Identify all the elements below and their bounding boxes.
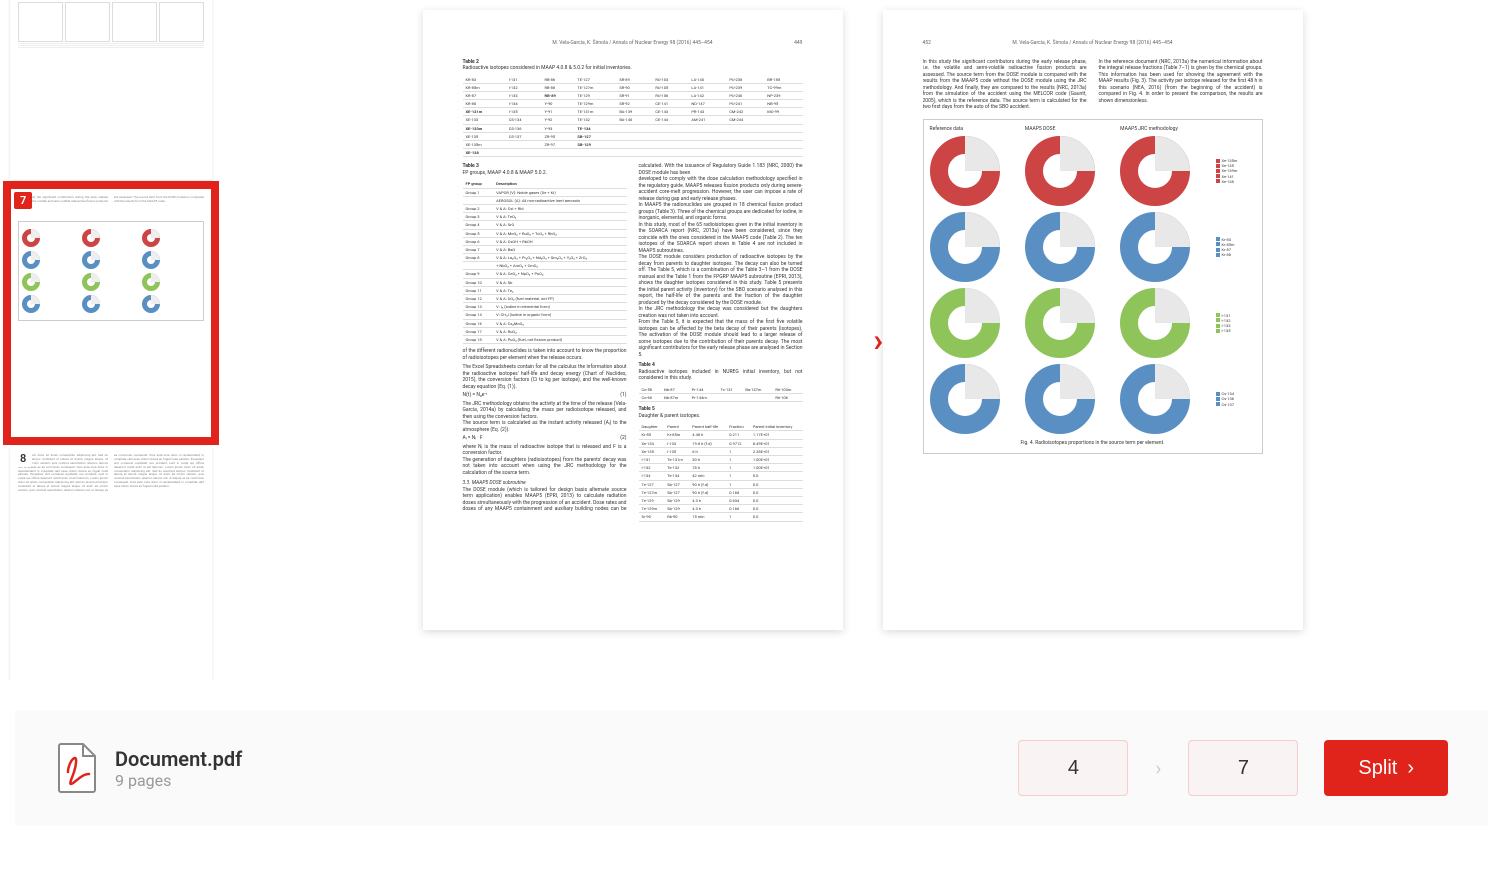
body-text: The JRC methodology obtains the activity… bbox=[463, 401, 627, 421]
equation: Aᵢ = Nᵢ · F bbox=[463, 435, 483, 442]
page-corner-number: 449 bbox=[794, 40, 802, 47]
body-text: In MAAP5 the radionuclides are grouped i… bbox=[639, 202, 803, 222]
thumbnail-page-7[interactable]: 7 In this study the significant contribu… bbox=[10, 188, 212, 438]
page-number-badge: 7 bbox=[14, 192, 32, 209]
thumbnail-page-8[interactable]: 8 Lorem ipsum dolor sit amet, consectetu… bbox=[10, 446, 212, 680]
range-from-input[interactable] bbox=[1018, 740, 1128, 796]
split-controls: › Split › bbox=[1018, 740, 1448, 796]
eq-num: (2) bbox=[620, 435, 626, 442]
table2-subcaption: Radioactive isotopes considered in MAAP … bbox=[463, 65, 803, 72]
page-running-header: M. Vela-García, K. Šimola / Annals of Nu… bbox=[923, 40, 1263, 47]
table5: DaughterParentParent half-lifeFractionPa… bbox=[639, 423, 803, 521]
chart-col-header: MAAP5 JRC methodology bbox=[1120, 126, 1211, 133]
table3: FP groupDescriptionGroup 1VAPOR (V): Nob… bbox=[463, 180, 627, 344]
body-text: In the JRC methodology the decay was con… bbox=[639, 306, 803, 319]
preview-page-right: 452 M. Vela-García, K. Šimola / Annals o… bbox=[883, 10, 1303, 630]
equation: N(t) = N₀e⁻ᵗ bbox=[463, 392, 488, 399]
body-text: In this study, most of the 65 radioisoto… bbox=[639, 222, 803, 255]
body-text: The DOSE module considers production of … bbox=[639, 254, 803, 306]
main-area: 7 In this study the significant contribu… bbox=[0, 0, 1503, 680]
figure-caption: Fig. 4. Radioisotopes proportions in the… bbox=[930, 440, 1256, 447]
eq-num: (1) bbox=[620, 392, 626, 399]
body-text: The Excel Spreadsheets contain for all t… bbox=[463, 364, 627, 390]
thumbnail-partial-top[interactable] bbox=[10, 0, 212, 180]
table5-sub: Daughter & parent isotopes. bbox=[639, 413, 803, 420]
body-text: where Nᵢ is the mass of radioactive isot… bbox=[463, 444, 627, 457]
range-arrow-icon: › bbox=[1134, 740, 1182, 796]
document-info: Document.pdf 9 pages bbox=[55, 742, 242, 794]
split-button-label: Split bbox=[1358, 757, 1397, 780]
body-text: of the different radionuclides is taken … bbox=[463, 348, 627, 361]
bottom-toolbar: Document.pdf 9 pages › Split › bbox=[15, 710, 1488, 826]
page-running-header: M. Vela-García, K. Šimola / Annals of Nu… bbox=[463, 40, 803, 47]
body-text: The source term is calculated as the ins… bbox=[463, 420, 627, 433]
body-text: From the Table 5, it is expected that th… bbox=[639, 319, 803, 358]
page-number-badge: 8 bbox=[14, 450, 32, 467]
table4-sub: Radioactive isotopes included in NUREG i… bbox=[639, 369, 803, 382]
table2: KR-83I-131RB-86TE-127SR-89RU-103LA-140PU… bbox=[463, 76, 803, 158]
chevron-right-icon: › bbox=[1407, 757, 1414, 780]
chart-col-header: MAAP5 DOSE bbox=[1025, 126, 1116, 133]
document-name: Document.pdf bbox=[115, 747, 242, 771]
body-text: In this study the significant contributo… bbox=[923, 59, 1087, 111]
table4: Co-58Nb-87Pr-144Tc-131Ba-137mRh-103m Co-… bbox=[639, 386, 803, 402]
thumbnail-sidebar: 7 In this study the significant contribu… bbox=[0, 0, 222, 680]
figure-4: Reference data MAAP5 DOSE MAAP5 JRC meth… bbox=[923, 119, 1263, 454]
document-page-count: 9 pages bbox=[115, 771, 242, 790]
preview-area: 449 M. Vela-García, K. Šimola / Annals o… bbox=[222, 0, 1503, 680]
body-text: In the reference document (NRC, 2013a) t… bbox=[1099, 59, 1263, 105]
preview-page-left: 449 M. Vela-García, K. Šimola / Annals o… bbox=[423, 10, 843, 630]
range-to-input[interactable] bbox=[1188, 740, 1298, 796]
table3-subcaption: FP groups, MAAP 4.0.8 & MAAP 5.0.2. bbox=[463, 170, 627, 177]
body-text: The generation of daughters (radioisotop… bbox=[463, 457, 627, 477]
page-corner-number: 452 bbox=[923, 40, 931, 47]
chart-col-header: Reference data bbox=[930, 126, 1021, 133]
pdf-file-icon bbox=[55, 742, 97, 794]
split-button[interactable]: Split › bbox=[1324, 740, 1448, 796]
body-text: developed to comply with the dose calcul… bbox=[639, 176, 803, 202]
